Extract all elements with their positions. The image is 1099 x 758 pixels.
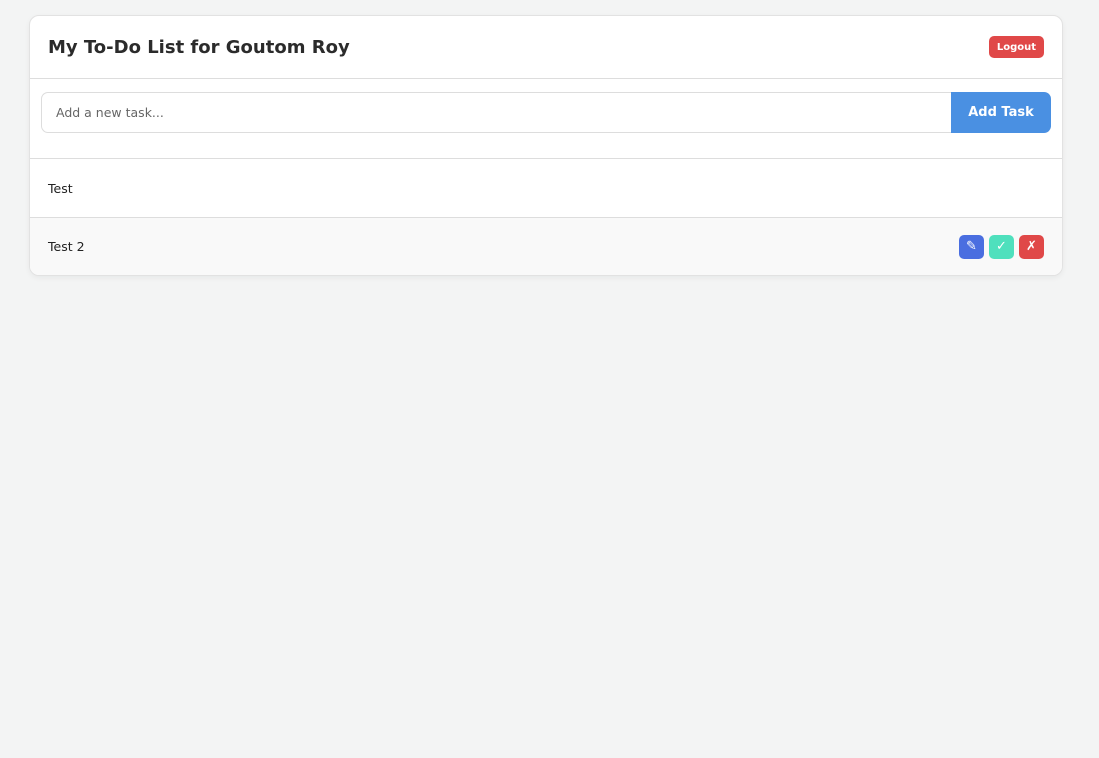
todo-card: My To-Do List for Goutom Roy Logout Add … bbox=[29, 15, 1063, 276]
new-task-input[interactable] bbox=[41, 92, 951, 133]
logout-button[interactable]: Logout bbox=[988, 36, 1044, 58]
edit-button[interactable]: ✎ bbox=[959, 234, 984, 259]
delete-button[interactable]: ✗ bbox=[1019, 234, 1044, 259]
add-task-form: Add Task bbox=[30, 79, 1062, 159]
pencil-icon: ✎ bbox=[966, 239, 977, 254]
task-item[interactable]: Test bbox=[30, 159, 1062, 217]
complete-button[interactable]: ✓ bbox=[989, 234, 1014, 259]
header: My To-Do List for Goutom Roy Logout bbox=[30, 16, 1062, 79]
add-task-button[interactable]: Add Task bbox=[951, 92, 1051, 133]
task-text: Test bbox=[48, 180, 73, 196]
x-icon: ✗ bbox=[1026, 239, 1037, 254]
task-actions: ✎ ✓ ✗ bbox=[959, 234, 1044, 259]
page-title: My To-Do List for Goutom Roy bbox=[48, 36, 350, 58]
check-icon: ✓ bbox=[996, 239, 1007, 254]
task-text: Test 2 bbox=[48, 239, 85, 254]
task-item[interactable]: Test 2 ✎ ✓ ✗ bbox=[30, 217, 1062, 275]
